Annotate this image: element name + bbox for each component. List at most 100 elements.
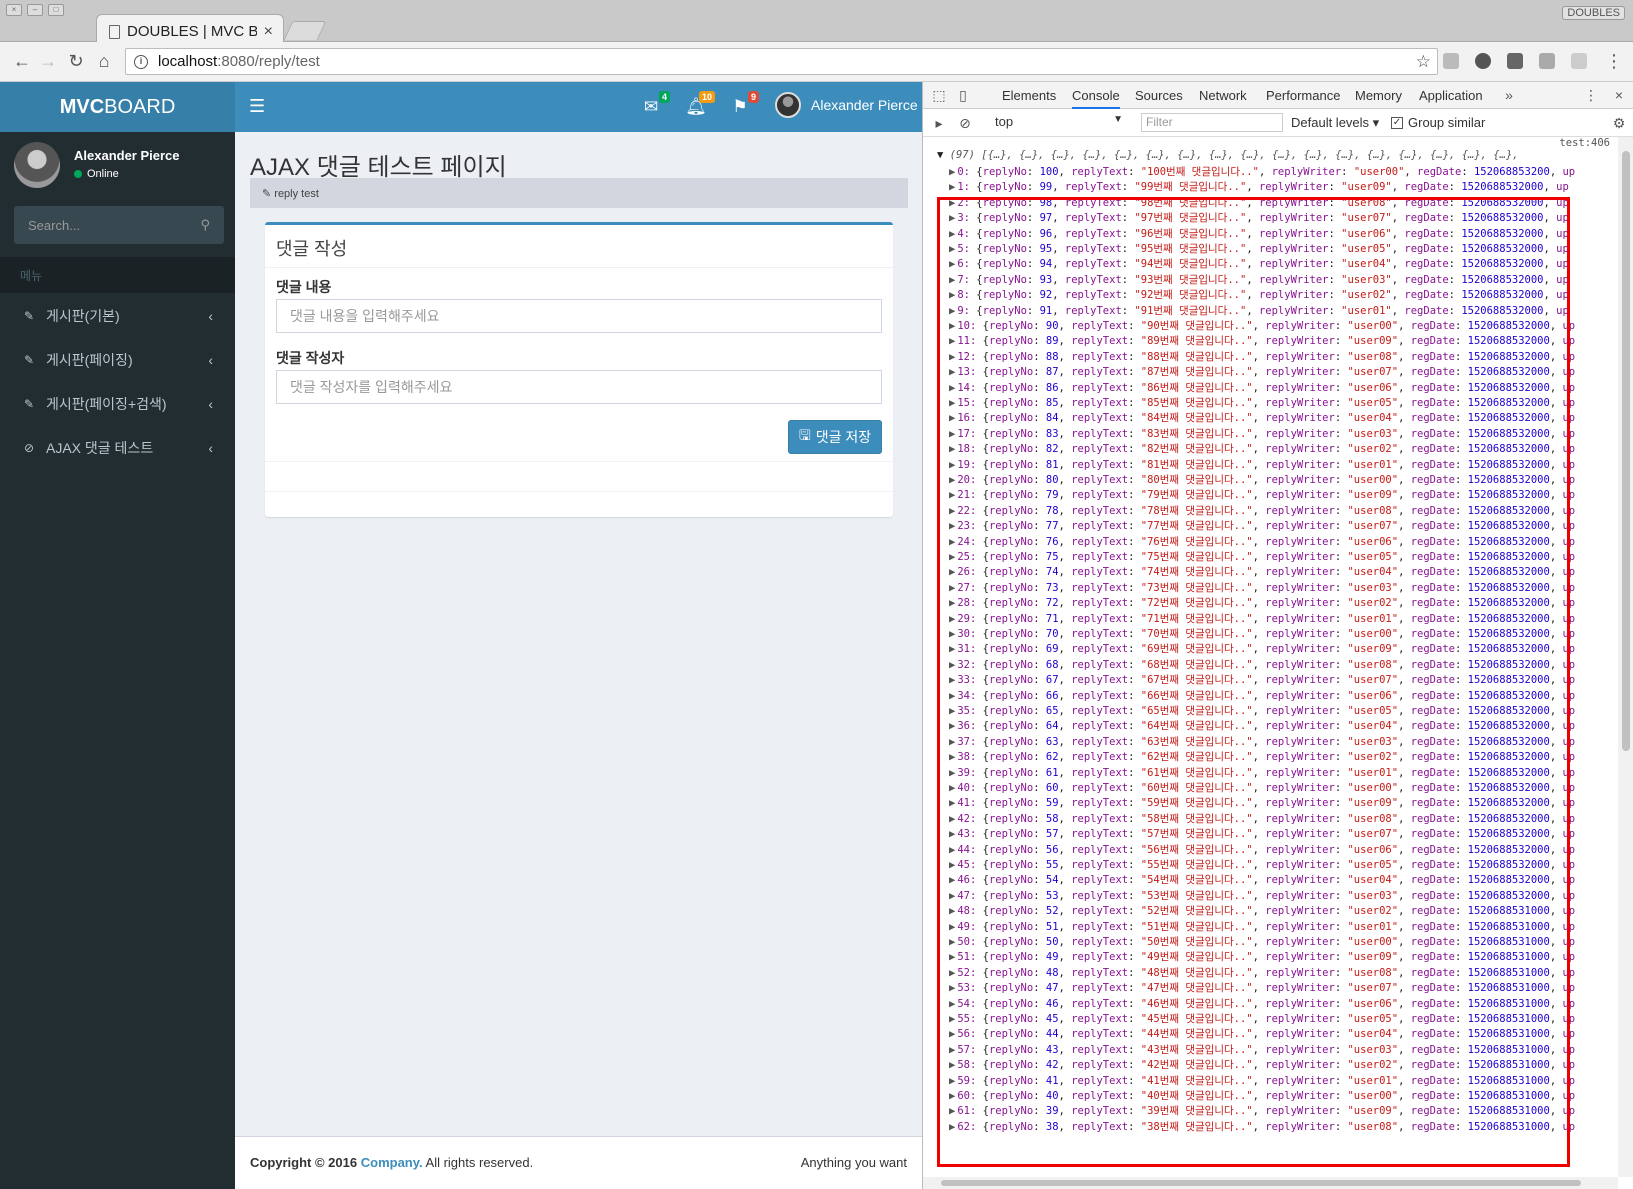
console-array-row[interactable]: ▶ 21: {replyNo: 79, replyText: "79번째 댓글입니… <box>949 488 1575 503</box>
window-minimize-icon[interactable]: – <box>27 4 43 16</box>
download-icon[interactable] <box>1507 53 1523 69</box>
forward-arrow-icon[interactable]: → <box>38 51 58 72</box>
console-array-row[interactable]: ▶ 53: {replyNo: 47, replyText: "47번째 댓글입니… <box>949 981 1575 996</box>
console-array-row[interactable]: ▶ 4: {replyNo: 96, replyText: "96번째 댓글입니다… <box>949 227 1569 242</box>
scrollbar-thumb[interactable] <box>1622 151 1630 751</box>
console-array-row[interactable]: ▶ 23: {replyNo: 77, replyText: "77번째 댓글입니… <box>949 519 1575 534</box>
save-reply-button[interactable]: 🖫 댓글 저장 <box>788 420 882 454</box>
tab-sources[interactable]: Sources <box>1135 82 1183 109</box>
console-array-row[interactable]: ▶ 61: {replyNo: 39, replyText: "39번째 댓글입니… <box>949 1104 1575 1119</box>
tab-application[interactable]: Application <box>1419 82 1483 109</box>
console-settings-gear-icon[interactable]: ⚙ <box>1611 115 1627 131</box>
console-array-row[interactable]: ▶ 49: {replyNo: 51, replyText: "51번째 댓글입니… <box>949 920 1575 935</box>
console-array-row[interactable]: ▶ 0: {replyNo: 100, replyText: "100번째 댓글입… <box>949 165 1575 180</box>
window-maximize-icon[interactable]: □ <box>48 4 64 16</box>
console-array-row[interactable]: ▶ 14: {replyNo: 86, replyText: "86번째 댓글입니… <box>949 381 1575 396</box>
console-array-row[interactable]: ▶ 9: {replyNo: 91, replyText: "91번째 댓글입니다… <box>949 304 1569 319</box>
tab-memory[interactable]: Memory <box>1355 82 1402 109</box>
log-levels-dropdown[interactable]: Default levels ▾ <box>1291 115 1379 131</box>
console-array-row[interactable]: ▶ 31: {replyNo: 69, replyText: "69번째 댓글입니… <box>949 642 1575 657</box>
console-array-row[interactable]: ▶ 12: {replyNo: 88, replyText: "88번째 댓글입니… <box>949 350 1575 365</box>
console-array-row[interactable]: ▶ 38: {replyNo: 62, replyText: "62번째 댓글입니… <box>949 750 1575 765</box>
extension-shield-icon[interactable] <box>1571 53 1587 69</box>
console-array-row[interactable]: ▶ 39: {replyNo: 61, replyText: "61번째 댓글입니… <box>949 766 1575 781</box>
console-array-row[interactable]: ▶ 20: {replyNo: 80, replyText: "80번째 댓글입니… <box>949 473 1575 488</box>
tab-network[interactable]: Network <box>1199 82 1247 109</box>
console-array-row[interactable]: ▶ 6: {replyNo: 94, replyText: "94번째 댓글입니다… <box>949 257 1569 272</box>
brand-logo[interactable]: MVCBOARD <box>0 82 235 132</box>
tab-console[interactable]: Console <box>1072 82 1120 109</box>
reply-text-input[interactable]: 댓글 내용을 입력해주세요 <box>276 299 882 333</box>
expand-triangle-icon[interactable]: ▼ <box>937 149 950 161</box>
console-source-link[interactable]: test:406 <box>1559 137 1610 149</box>
sidebar-toggle-icon[interactable]: ☰ <box>249 96 265 117</box>
console-array-row[interactable]: ▶ 16: {replyNo: 84, replyText: "84번째 댓글입니… <box>949 411 1575 426</box>
console-array-row[interactable]: ▶ 62: {replyNo: 38, replyText: "38번째 댓글입니… <box>949 1120 1575 1135</box>
company-link[interactable]: Company. <box>361 1155 423 1170</box>
home-icon[interactable]: ⌂ <box>94 51 114 72</box>
array-summary[interactable]: ▼ (97) [{…}, {…}, {…}, {…}, {…}, {…}, {…… <box>937 149 1519 161</box>
console-array-row[interactable]: ▶ 42: {replyNo: 58, replyText: "58번째 댓글입니… <box>949 812 1575 827</box>
console-array-row[interactable]: ▶ 17: {replyNo: 83, replyText: "83번째 댓글입니… <box>949 427 1575 442</box>
console-array-row[interactable]: ▶ 58: {replyNo: 42, replyText: "42번째 댓글입니… <box>949 1058 1575 1073</box>
tab-performance[interactable]: Performance <box>1266 82 1340 109</box>
scrollbar-thumb[interactable] <box>941 1180 1581 1186</box>
extension-sync-icon[interactable] <box>1475 53 1491 69</box>
console-array-row[interactable]: ▶ 50: {replyNo: 50, replyText: "50번째 댓글입니… <box>949 935 1575 950</box>
sidebar-item-board-paging[interactable]: ✎ 게시판(페이징) ‹ <box>0 338 235 382</box>
console-array-row[interactable]: ▶ 51: {replyNo: 49, replyText: "49번째 댓글입니… <box>949 950 1575 965</box>
window-close-icon[interactable]: × <box>6 4 22 16</box>
console-array-row[interactable]: ▶ 37: {replyNo: 63, replyText: "63번째 댓글입니… <box>949 735 1575 750</box>
console-array-row[interactable]: ▶ 57: {replyNo: 43, replyText: "43번째 댓글입니… <box>949 1043 1575 1058</box>
console-array-row[interactable]: ▶ 33: {replyNo: 67, replyText: "67번째 댓글입니… <box>949 673 1575 688</box>
console-array-row[interactable]: ▶ 15: {replyNo: 85, replyText: "85번째 댓글입니… <box>949 396 1575 411</box>
extension-icon[interactable] <box>1443 53 1459 69</box>
reload-icon[interactable]: ↻ <box>66 51 86 72</box>
console-array-row[interactable]: ▶ 7: {replyNo: 93, replyText: "93번째 댓글입니다… <box>949 273 1569 288</box>
context-selector[interactable]: top ▼ <box>995 114 1123 132</box>
console-array-row[interactable]: ▶ 59: {replyNo: 41, replyText: "41번째 댓글입니… <box>949 1074 1575 1089</box>
console-array-row[interactable]: ▶ 29: {replyNo: 71, replyText: "71번째 댓글입니… <box>949 612 1575 627</box>
console-array-row[interactable]: ▶ 34: {replyNo: 66, replyText: "66번째 댓글입니… <box>949 689 1575 704</box>
console-array-row[interactable]: ▶ 30: {replyNo: 70, replyText: "70번째 댓글입니… <box>949 627 1575 642</box>
console-array-row[interactable]: ▶ 28: {replyNo: 72, replyText: "72번째 댓글입니… <box>949 596 1575 611</box>
console-output[interactable]: test:406 ▼ (97) [{…}, {…}, {…}, {…}, {…}… <box>923 137 1618 1177</box>
console-array-row[interactable]: ▶ 2: {replyNo: 98, replyText: "98번째 댓글입니다… <box>949 196 1569 211</box>
clear-console-icon[interactable]: ⊘ <box>957 115 973 131</box>
console-array-row[interactable]: ▶ 55: {replyNo: 45, replyText: "45번째 댓글입니… <box>949 1012 1575 1027</box>
messages-icon[interactable]: ✉ 4 <box>640 91 670 117</box>
console-array-row[interactable]: ▶ 25: {replyNo: 75, replyText: "75번째 댓글입니… <box>949 550 1575 565</box>
reply-writer-input[interactable]: 댓글 작성자를 입력해주세요 <box>276 370 882 404</box>
search-icon[interactable]: ⚲ <box>200 217 210 233</box>
browser-menu-icon[interactable]: ⋮ <box>1604 51 1624 72</box>
inspect-element-icon[interactable]: ⬚ <box>931 87 947 103</box>
console-array-row[interactable]: ▶ 10: {replyNo: 90, replyText: "90번째 댓글입니… <box>949 319 1575 334</box>
group-similar-checkbox[interactable]: ✓ Group similar <box>1391 115 1485 130</box>
window-controls[interactable]: × – □ <box>6 4 64 16</box>
console-array-row[interactable]: ▶ 24: {replyNo: 76, replyText: "76번째 댓글입니… <box>949 535 1575 550</box>
sidebar-search-input[interactable]: Search... ⚲ <box>14 206 224 244</box>
console-array-row[interactable]: ▶ 27: {replyNo: 73, replyText: "73번째 댓글입니… <box>949 581 1575 596</box>
console-array-row[interactable]: ▶ 35: {replyNo: 65, replyText: "65번째 댓글입니… <box>949 704 1575 719</box>
new-tab-button[interactable] <box>283 21 327 40</box>
back-arrow-icon[interactable]: ← <box>12 51 32 72</box>
tab-close-icon[interactable]: × <box>264 23 273 41</box>
console-array-row[interactable]: ▶ 48: {replyNo: 52, replyText: "52번째 댓글입니… <box>949 904 1575 919</box>
devtools-menu-icon[interactable]: ⋮ <box>1583 87 1599 103</box>
console-array-row[interactable]: ▶ 11: {replyNo: 89, replyText: "89번째 댓글입니… <box>949 334 1575 349</box>
console-array-row[interactable]: ▶ 40: {replyNo: 60, replyText: "60번째 댓글입니… <box>949 781 1575 796</box>
console-array-row[interactable]: ▶ 56: {replyNo: 44, replyText: "44번째 댓글입니… <box>949 1027 1575 1042</box>
console-array-row[interactable]: ▶ 60: {replyNo: 40, replyText: "40번째 댓글입니… <box>949 1089 1575 1104</box>
console-array-row[interactable]: ▶ 1: {replyNo: 99, replyText: "99번째 댓글입니다… <box>949 180 1569 195</box>
console-array-row[interactable]: ▶ 36: {replyNo: 64, replyText: "64번째 댓글입니… <box>949 719 1575 734</box>
console-array-row[interactable]: ▶ 5: {replyNo: 95, replyText: "95번째 댓글입니다… <box>949 242 1569 257</box>
extension-ghost-icon[interactable] <box>1539 53 1555 69</box>
console-array-row[interactable]: ▶ 13: {replyNo: 87, replyText: "87번째 댓글입니… <box>949 365 1575 380</box>
sidebar-item-board-paging-search[interactable]: ✎ 게시판(페이징+검색) ‹ <box>0 382 235 426</box>
more-tabs-icon[interactable]: » <box>1501 87 1517 103</box>
console-array-row[interactable]: ▶ 3: {replyNo: 97, replyText: "97번째 댓글입니다… <box>949 211 1569 226</box>
address-bar[interactable]: i localhost:8080/reply/test ☆ <box>125 48 1438 75</box>
console-array-row[interactable]: ▶ 22: {replyNo: 78, replyText: "78번째 댓글입니… <box>949 504 1575 519</box>
sidebar-item-ajax-reply-test[interactable]: ⊘ AJAX 댓글 테스트 ‹ <box>0 426 235 470</box>
tab-elements[interactable]: Elements <box>1002 82 1056 109</box>
